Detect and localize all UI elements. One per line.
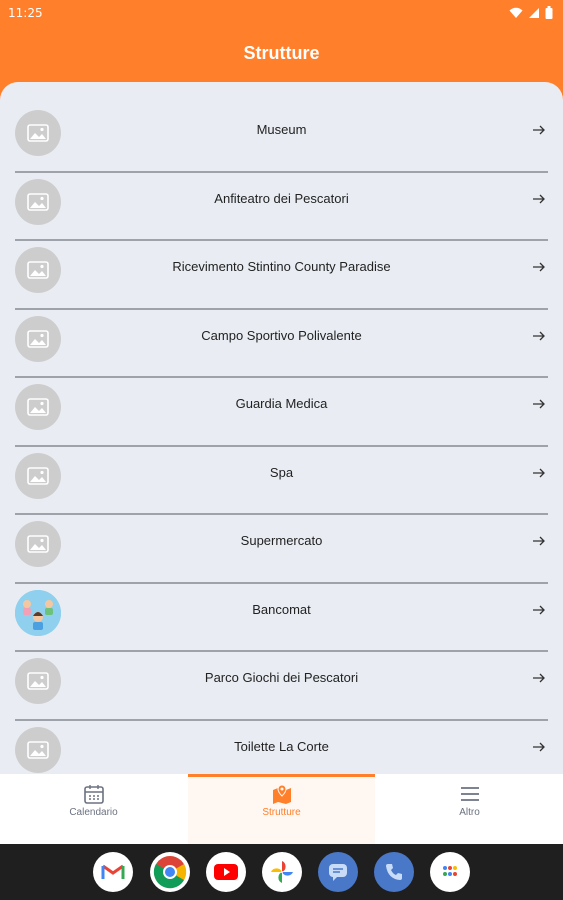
list-item[interactable]: Spa	[15, 447, 548, 515]
calendar-icon	[83, 785, 104, 804]
list-item-label: Toilette La Corte	[234, 738, 329, 754]
arrow-right-icon	[533, 673, 545, 683]
wifi-icon	[509, 7, 523, 18]
signal-icon	[529, 7, 539, 18]
list-item-label: Supermercato	[240, 533, 323, 548]
arrow-right-icon	[533, 605, 545, 614]
arrow-right-icon	[533, 536, 545, 546]
youtube-icon[interactable]	[206, 852, 246, 892]
list-item-label: Campo Sportivo Polivalente	[201, 327, 362, 343]
structures-list: Museum Anfiteatro dei Pescatori Ricevime…	[15, 104, 548, 774]
list-item-label: Spa	[269, 464, 294, 480]
list-item-label: Museum	[256, 122, 307, 137]
list-item[interactable]: Supermercato	[15, 515, 548, 584]
list-item[interactable]: Anfiteatro dei Pescatori	[15, 173, 548, 241]
tab-label: Calendario	[69, 807, 118, 818]
content-panel: Museum Anfiteatro dei Pescatori Ricevime…	[0, 82, 563, 774]
gmail-icon[interactable]	[93, 852, 133, 892]
arrow-right-icon	[533, 468, 545, 477]
tab-label: Altro	[459, 807, 480, 818]
photos-icon[interactable]	[262, 852, 302, 892]
tab-calendario[interactable]: Calendario	[0, 774, 187, 844]
list-item[interactable]: Bancomat	[15, 584, 548, 652]
list-item[interactable]: Ricevimento Stintino County Paradise	[15, 241, 548, 310]
list-item-label: Bancomat	[252, 601, 311, 617]
list-item-label: Anfiteatro dei Pescatori	[214, 190, 349, 206]
list-item-label: Ricevimento Stintino County Paradise	[172, 259, 391, 274]
arrow-right-icon	[533, 194, 545, 203]
list-item[interactable]: Guardia Medica	[15, 378, 548, 447]
chrome-icon[interactable]	[150, 852, 190, 892]
apps-icon[interactable]	[430, 852, 470, 892]
messages-icon[interactable]	[318, 852, 358, 892]
list-item[interactable]: Parco Giochi dei Pescatori	[15, 652, 548, 721]
system-dock	[0, 844, 563, 900]
list-item-label: Parco Giochi dei Pescatori	[204, 670, 359, 685]
tab-altro[interactable]: Altro	[376, 774, 563, 844]
tab-label: Strutture	[262, 807, 301, 818]
status-bar: 11:25	[0, 0, 563, 26]
bottom-nav: Calendario Strutture Altro	[0, 774, 563, 844]
arrow-right-icon	[533, 399, 545, 409]
status-icons	[509, 6, 553, 19]
phone-icon[interactable]	[374, 852, 414, 892]
tab-strutture[interactable]: Strutture	[188, 774, 375, 844]
arrow-right-icon	[533, 742, 545, 751]
list-item[interactable]: Toilette La Corte	[15, 721, 548, 775]
battery-icon	[545, 6, 553, 19]
arrow-right-icon	[533, 331, 545, 340]
arrow-right-icon	[533, 125, 545, 135]
list-item[interactable]: Museum	[15, 104, 548, 173]
menu-icon	[460, 787, 479, 801]
list-item[interactable]: Campo Sportivo Polivalente	[15, 310, 548, 378]
arrow-right-icon	[533, 262, 545, 272]
list-item-label: Guardia Medica	[235, 396, 328, 411]
page-title: Strutture	[243, 43, 320, 63]
map-pin-icon	[272, 784, 291, 804]
app-header: Strutture	[0, 26, 563, 82]
status-time: 11:25	[8, 6, 43, 20]
